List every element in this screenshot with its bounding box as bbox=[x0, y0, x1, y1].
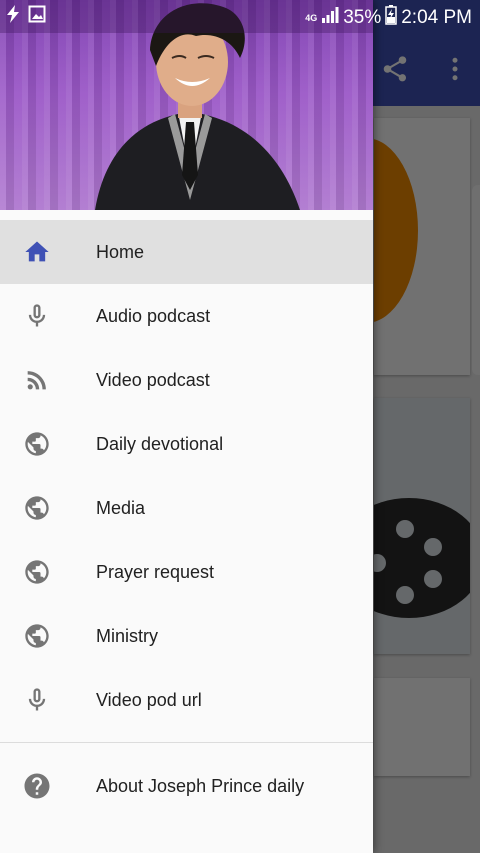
clock: 2:04 PM bbox=[401, 7, 472, 28]
menu-item-prayer-request[interactable]: Prayer request bbox=[0, 540, 373, 604]
menu-item-video-pod-url[interactable]: Video pod url bbox=[0, 668, 373, 732]
menu-item-home[interactable]: Home bbox=[0, 220, 373, 284]
microphone-icon bbox=[22, 685, 52, 715]
network-type-label: 4G bbox=[305, 12, 318, 23]
menu-item-about[interactable]: About Joseph Prince daily bbox=[0, 753, 373, 819]
menu-item-daily-devotional[interactable]: Daily devotional bbox=[0, 412, 373, 476]
menu-item-video-podcast[interactable]: Video podcast bbox=[0, 348, 373, 412]
menu-item-label: Ministry bbox=[96, 625, 158, 646]
microphone-icon bbox=[22, 301, 52, 331]
home-icon bbox=[22, 237, 52, 267]
status-bar: 4G 35% 2:04 PM bbox=[0, 0, 480, 33]
menu-item-label: Prayer request bbox=[96, 561, 215, 582]
drawer-menu: Home Audio podcast Video podcast Daily d… bbox=[0, 220, 373, 732]
navigation-drawer: Home Audio podcast Video podcast Daily d… bbox=[0, 0, 373, 853]
menu-item-label: Video pod url bbox=[96, 689, 202, 710]
menu-divider bbox=[0, 742, 373, 743]
flash-icon bbox=[6, 5, 20, 28]
menu-item-label: Daily devotional bbox=[96, 433, 224, 454]
battery-percentage: 35% bbox=[343, 7, 382, 28]
menu-item-label: Home bbox=[96, 241, 145, 262]
menu-item-audio-podcast[interactable]: Audio podcast bbox=[0, 284, 373, 348]
globe-icon bbox=[22, 493, 52, 523]
menu-item-media[interactable]: Media bbox=[0, 476, 373, 540]
menu-item-ministry[interactable]: Ministry bbox=[0, 604, 373, 668]
signal-icon bbox=[321, 6, 339, 30]
menu-item-label: Media bbox=[96, 497, 146, 518]
globe-icon bbox=[22, 621, 52, 651]
globe-icon bbox=[22, 429, 52, 459]
menu-item-label: About Joseph Prince daily bbox=[96, 775, 305, 796]
battery-icon bbox=[385, 5, 397, 31]
rss-feed-icon bbox=[22, 365, 52, 395]
help-icon bbox=[22, 771, 52, 801]
menu-item-label: Audio podcast bbox=[96, 305, 211, 326]
menu-item-label: Video podcast bbox=[96, 369, 210, 390]
globe-icon bbox=[22, 557, 52, 587]
image-icon bbox=[28, 5, 46, 28]
